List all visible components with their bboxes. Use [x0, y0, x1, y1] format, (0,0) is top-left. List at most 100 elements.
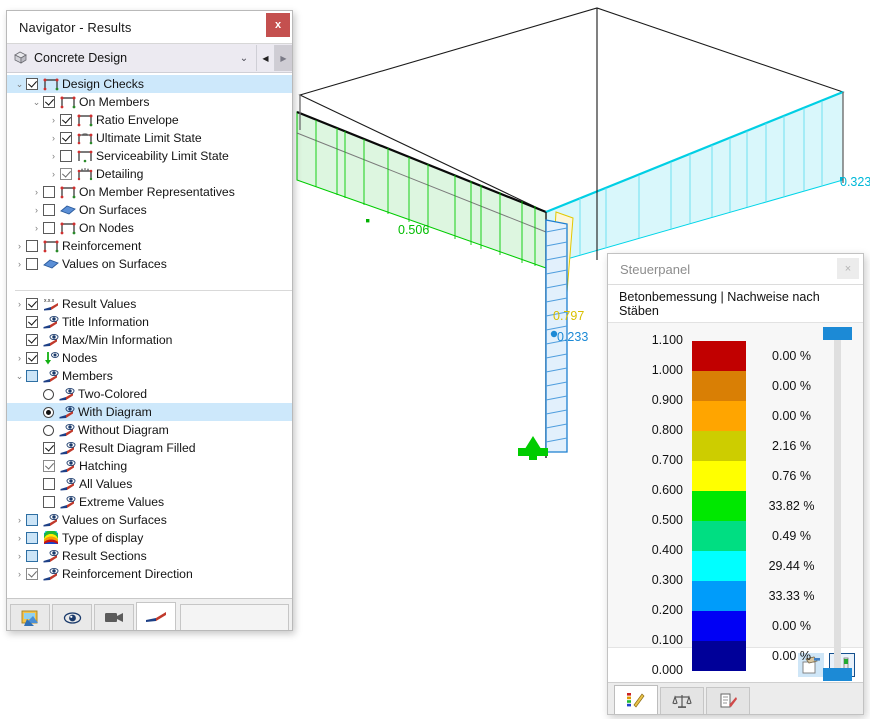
checkbox-partial[interactable]	[26, 514, 38, 526]
tree-item-with-diagram[interactable]: › With Diagram	[7, 403, 292, 421]
control-panel[interactable]: Steuerpanel × Betonbemessung | Nachweise…	[607, 253, 864, 715]
checkbox-unchecked[interactable]	[43, 478, 55, 490]
legend-row[interactable]: 0.800 2.16 %	[608, 423, 863, 461]
legend-color-swatch[interactable]	[692, 401, 746, 431]
prev-arrow-icon[interactable]: ◀	[256, 45, 274, 71]
tree-item-result-sections[interactable]: › Result Sections	[7, 547, 292, 565]
chevron-right-icon[interactable]: ›	[13, 255, 26, 273]
chevron-right-icon[interactable]: ›	[30, 201, 43, 219]
slider-handle-bottom[interactable]	[823, 668, 852, 681]
chevron-right-icon[interactable]: ›	[30, 183, 43, 201]
tree-item-reinforcement-direction[interactable]: › Reinforcement Direction	[7, 565, 292, 583]
checkbox-checked[interactable]	[26, 78, 38, 90]
checkbox-checked[interactable]	[43, 460, 55, 472]
checkbox-unchecked[interactable]	[43, 496, 55, 508]
tree-item-on-nodes[interactable]: › On Nodes	[7, 219, 292, 237]
tree-item-members[interactable]: ⌄ Members	[7, 367, 292, 385]
checkbox-partial[interactable]	[26, 370, 38, 382]
tab-filter[interactable]	[706, 687, 750, 714]
chevron-right-icon[interactable]: ›	[13, 565, 26, 583]
diagram-icon[interactable]	[136, 602, 176, 630]
close-icon[interactable]: x	[266, 13, 290, 37]
next-arrow-icon[interactable]: ▶	[274, 45, 292, 71]
chevron-down-icon[interactable]: ⌄	[232, 53, 256, 64]
tab-color-scale[interactable]	[614, 685, 658, 714]
radio-selected[interactable]	[43, 406, 54, 418]
tree-item-on-member-representatives[interactable]: › On Member Representatives	[7, 183, 292, 201]
tree-item-nodes[interactable]: › Nodes	[7, 349, 292, 367]
tree-item-hatching[interactable]: › Hatching	[7, 457, 292, 475]
tab-factors[interactable]	[660, 687, 704, 714]
legend-row[interactable]: 0.700 0.76 %	[608, 453, 863, 491]
checkbox-checked[interactable]	[26, 568, 38, 580]
legend-row[interactable]: 0.600 33.82 %	[608, 483, 863, 521]
tree-item-on-members[interactable]: ⌄ On Members	[7, 93, 292, 111]
tree-item-ratio-envelope[interactable]: › Ratio Envelope	[7, 111, 292, 129]
legend-row[interactable]: 1.000 0.00 %	[608, 363, 863, 401]
tree-item-result-diagram-filled[interactable]: › Result Diagram Filled	[7, 439, 292, 457]
chevron-right-icon[interactable]: ›	[13, 529, 26, 547]
close-icon[interactable]: ×	[837, 258, 859, 279]
checkbox-checked[interactable]	[60, 168, 72, 180]
tree-item-serviceability-limit-state[interactable]: › Serviceability Limit State	[7, 147, 292, 165]
tree-item-title-information[interactable]: › Title Information	[7, 313, 292, 331]
chevron-right-icon[interactable]: ›	[47, 165, 60, 183]
legend-color-swatch[interactable]	[692, 371, 746, 401]
chevron-right-icon[interactable]: ›	[13, 547, 26, 565]
legend-color-swatch[interactable]	[692, 431, 746, 461]
tree-item-max-min-information[interactable]: › Max/Min Information	[7, 331, 292, 349]
checkbox-checked[interactable]	[26, 352, 38, 364]
checkbox-partial[interactable]	[26, 532, 38, 544]
legend-row[interactable]: 0.200 0.00 %	[608, 603, 863, 641]
checkbox-partial[interactable]	[26, 550, 38, 562]
legend-row[interactable]: 0.400 29.44 %	[608, 543, 863, 581]
legend-color-swatch[interactable]	[692, 491, 746, 521]
legend-color-swatch[interactable]	[692, 461, 746, 491]
eye-icon[interactable]	[52, 604, 92, 630]
legend-range-slider[interactable]	[823, 327, 852, 681]
legend-color-swatch[interactable]	[692, 611, 746, 641]
tree-item-ultimate-limit-state[interactable]: › Ultimate Limit State	[7, 129, 292, 147]
navigator-results-panel[interactable]: Navigator - Results x Concrete Design ⌄ …	[6, 10, 293, 631]
legend-color-swatch[interactable]	[692, 341, 746, 371]
legend-color-swatch[interactable]	[692, 521, 746, 551]
design-module-combo[interactable]: Concrete Design ⌄ ◀ ▶	[7, 44, 292, 73]
tree-item-on-surfaces[interactable]: › On Surfaces	[7, 201, 292, 219]
checkbox-unchecked[interactable]	[26, 258, 38, 270]
chevron-right-icon[interactable]: ›	[13, 511, 26, 529]
checkbox-checked[interactable]	[43, 96, 55, 108]
chevron-down-icon[interactable]: ⌄	[13, 367, 26, 385]
chevron-right-icon[interactable]: ›	[47, 111, 60, 129]
legend-row[interactable]: 1.100 0.00 %	[608, 333, 863, 371]
tree-item-all-values[interactable]: › All Values	[7, 475, 292, 493]
legend-color-swatch[interactable]	[692, 551, 746, 581]
chevron-right-icon[interactable]: ›	[47, 129, 60, 147]
checkbox-unchecked[interactable]	[43, 186, 55, 198]
chevron-right-icon[interactable]: ›	[47, 147, 60, 165]
color-legend[interactable]: 1.100 0.00 % 1.000 0.00 % 0.900 0.00 % 0.800 2.…	[608, 323, 863, 681]
legend-row[interactable]: 0.900 0.00 %	[608, 393, 863, 431]
tree-item-type-of-display[interactable]: › Type of display	[7, 529, 292, 547]
chevron-down-icon[interactable]: ⌄	[13, 75, 26, 93]
checkbox-unchecked[interactable]	[26, 240, 38, 252]
tree-item-design-checks[interactable]: ⌄ Design Checks	[7, 75, 292, 93]
checkbox-checked[interactable]	[60, 114, 72, 126]
checkbox-checked[interactable]	[26, 316, 38, 328]
checkbox-checked[interactable]	[26, 298, 38, 310]
tree-item-values-on-surfaces[interactable]: › Values on Surfaces	[7, 511, 292, 529]
camera-icon[interactable]	[94, 604, 134, 630]
tree-item-extreme-values[interactable]: › Extreme Values	[7, 493, 292, 511]
checkbox-unchecked[interactable]	[43, 204, 55, 216]
radio-unselected[interactable]	[43, 388, 54, 400]
chevron-right-icon[interactable]: ›	[13, 295, 26, 313]
tree-item-reinforcement[interactable]: › Reinforcement	[7, 237, 292, 255]
chevron-right-icon[interactable]: ›	[30, 219, 43, 237]
checkbox-checked[interactable]	[43, 442, 55, 454]
legend-row[interactable]: 0.300 33.33 %	[608, 573, 863, 611]
tree-item-two-colored[interactable]: › Two-Colored	[7, 385, 292, 403]
tree-item-detailing[interactable]: › Detailing	[7, 165, 292, 183]
render-tab[interactable]	[10, 604, 50, 630]
slider-handle-top[interactable]	[823, 327, 852, 340]
legend-color-swatch[interactable]	[692, 641, 746, 671]
chevron-right-icon[interactable]: ›	[13, 349, 26, 367]
